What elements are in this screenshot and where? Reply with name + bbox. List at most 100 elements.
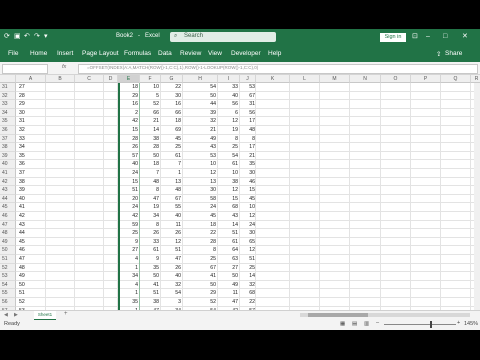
cell-f37[interactable]: 38 [140,135,161,144]
cell-f44[interactable]: 47 [140,195,161,204]
column-header-k[interactable]: K [256,75,290,83]
cell-f34[interactable]: 66 [140,109,161,118]
cell-i31[interactable]: 33 [218,83,240,92]
cell-g44[interactable]: 67 [161,195,183,204]
cell-a34[interactable]: 30 [16,109,46,118]
cell-f54[interactable]: 41 [140,281,161,290]
cell-g31[interactable]: 22 [161,83,183,92]
search-box[interactable]: ⌕ Search [170,32,276,42]
cell-j53[interactable]: 14 [240,272,256,281]
autosave-icon[interactable]: ⟳ [4,32,10,42]
row-header[interactable]: 40 [0,160,16,169]
cell-a37[interactable]: 33 [16,135,46,144]
cell-a56[interactable]: 52 [16,298,46,307]
cell-h54[interactable]: 50 [183,281,218,290]
cell-a46[interactable]: 42 [16,212,46,221]
cell-a48[interactable]: 44 [16,229,46,238]
zoom-in-button[interactable]: + [457,320,460,326]
column-header-m[interactable]: M [320,75,350,83]
cell-f35[interactable]: 21 [140,117,161,126]
cell-f40[interactable]: 18 [140,160,161,169]
cell-a52[interactable]: 48 [16,264,46,273]
cell-f56[interactable]: 38 [140,298,161,307]
cell-i54[interactable]: 49 [218,281,240,290]
column-header-n[interactable]: N [350,75,381,83]
cell-g38[interactable]: 25 [161,143,183,152]
cell-a54[interactable]: 50 [16,281,46,290]
cell-g47[interactable]: 11 [161,221,183,230]
cell-h38[interactable]: 43 [183,143,218,152]
cell-h48[interactable]: 22 [183,229,218,238]
cell-j37[interactable]: 8 [240,135,256,144]
column-header-c[interactable]: C [75,75,104,83]
cell-i44[interactable]: 15 [218,195,240,204]
cell-a50[interactable]: 46 [16,246,46,255]
cell-g41[interactable]: 1 [161,169,183,178]
row-header[interactable]: 32 [0,91,16,101]
quick-access-dropdown-icon[interactable]: ▾ [44,32,48,42]
row-header[interactable]: 56 [0,298,16,307]
cell-a35[interactable]: 31 [16,117,46,126]
cell-g50[interactable]: 51 [161,246,183,255]
cell-j42[interactable]: 46 [240,178,256,187]
zoom-slider[interactable] [384,321,456,328]
vertical-scrollbar[interactable] [474,83,480,310]
tab-data[interactable]: Data [158,50,172,57]
page-layout-view-icon[interactable]: ▤ [352,321,357,327]
row-header[interactable]: 45 [0,203,16,212]
cell-h53[interactable]: 41 [183,272,218,281]
column-header-i[interactable]: I [218,75,240,83]
cell-j44[interactable]: 45 [240,195,256,204]
cell-a42[interactable]: 38 [16,178,46,187]
cell-i38[interactable]: 25 [218,143,240,152]
row-header[interactable]: 44 [0,194,16,204]
cell-f55[interactable]: 51 [140,289,161,298]
tab-insert[interactable]: Insert [57,50,73,57]
cell-g56[interactable]: 3 [161,298,183,307]
formula-input[interactable]: =OFFSET(INDEX(A:A,MATCH(ROW()-1,C:C),1),… [78,64,478,74]
cell-h35[interactable]: 32 [183,117,218,126]
cell-f50[interactable]: 61 [140,246,161,255]
column-header-e[interactable]: E [118,75,140,83]
cell-g39[interactable]: 61 [161,152,183,161]
cell-h45[interactable]: 24 [183,203,218,212]
ribbon-display-options-icon[interactable]: ⊡ [412,32,418,42]
cell-a41[interactable]: 37 [16,169,46,178]
cell-a32[interactable]: 28 [16,92,46,101]
cell-i51[interactable]: 63 [218,255,240,264]
row-header[interactable]: 48 [0,229,16,238]
cell-f51[interactable]: 9 [140,255,161,264]
cell-i40[interactable]: 61 [218,160,240,169]
cell-f53[interactable]: 50 [140,272,161,281]
cell-i42[interactable]: 38 [218,178,240,187]
cell-h44[interactable]: 58 [183,195,218,204]
column-header-a[interactable]: A [16,75,46,83]
row-header[interactable]: 46 [0,212,16,221]
cell-i49[interactable]: 61 [218,238,240,247]
row-header[interactable]: 43 [0,186,16,195]
row-header[interactable]: 37 [0,134,16,144]
cell-g45[interactable]: 55 [161,203,183,212]
cell-f38[interactable]: 28 [140,143,161,152]
cell-f36[interactable]: 14 [140,126,161,135]
cell-f33[interactable]: 52 [140,100,161,109]
cell-g32[interactable]: 30 [161,92,183,101]
tab-developer[interactable]: Developer [231,50,261,57]
cell-i56[interactable]: 47 [218,298,240,307]
cell-h40[interactable]: 10 [183,160,218,169]
scroll-left-icon[interactable]: ◀ [4,312,8,318]
cell-g40[interactable]: 7 [161,160,183,169]
cell-j34[interactable]: 56 [240,109,256,118]
cell-j40[interactable]: 35 [240,160,256,169]
cell-f45[interactable]: 19 [140,203,161,212]
row-header[interactable]: 55 [0,289,16,298]
row-header[interactable]: 35 [0,117,16,126]
share-button[interactable]: Share [445,50,462,57]
row-header[interactable]: 33 [0,100,16,109]
select-all-corner[interactable] [0,75,16,83]
undo-icon[interactable]: ↶ [24,32,30,42]
cell-h33[interactable]: 44 [183,100,218,109]
column-header-q[interactable]: Q [441,75,471,83]
cell-g43[interactable]: 48 [161,186,183,195]
cell-h56[interactable]: 52 [183,298,218,307]
